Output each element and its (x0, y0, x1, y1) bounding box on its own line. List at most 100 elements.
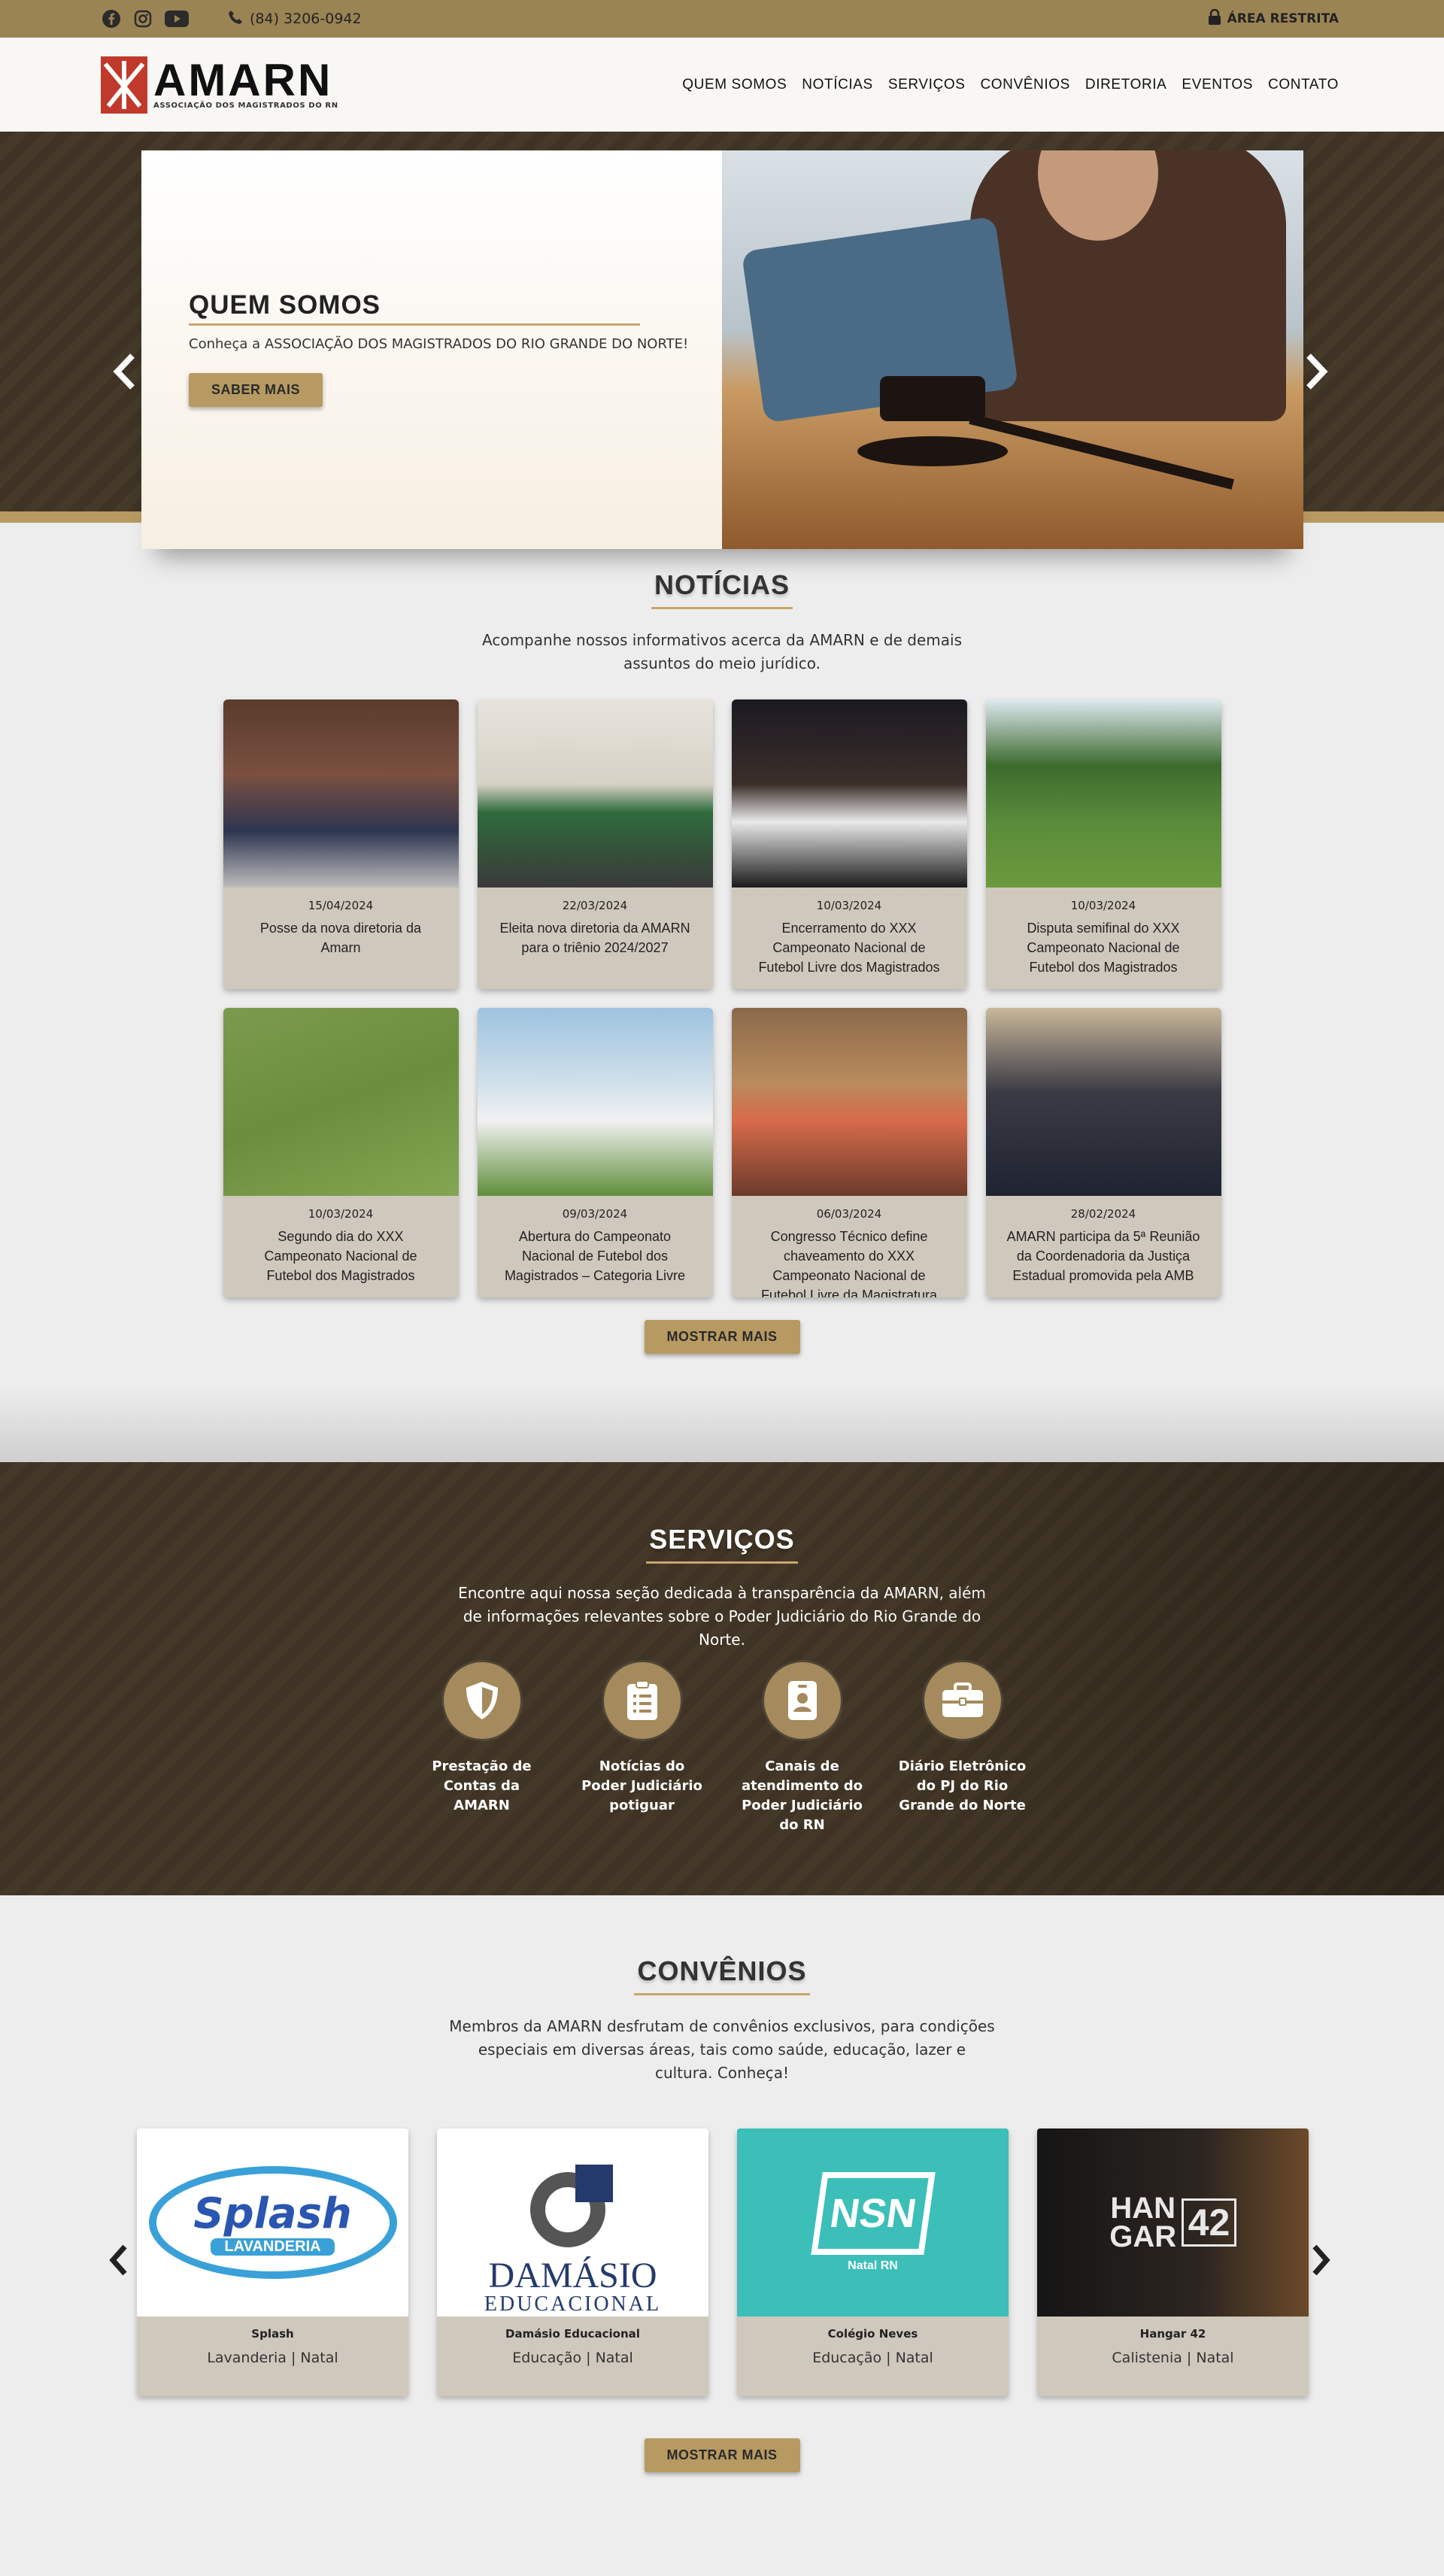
neves-logo-text: NSN (827, 2191, 919, 2236)
services-description: Encontre aqui nossa seção dedicada à tra… (458, 1584, 986, 1649)
news-title-text: Encerramento do XXX Campeonato Nacional … (758, 921, 940, 975)
agreement-card[interactable]: HAN GAR 42 Hangar 42 Calistenia | Natal (1037, 2128, 1309, 2396)
agreements-more-button[interactable]: MOSTRAR MAIS (644, 2438, 800, 2472)
site-header: AMARN ASSOCIAÇÃO DOS MAGISTRADOS DO RN Q… (0, 38, 1444, 132)
service-label: Prestação de Contas da AMARN (432, 1758, 532, 1813)
instagram-icon[interactable] (132, 8, 153, 29)
agreement-card[interactable]: DAMÁSIO EDUCACIONAL Damásio Educacional … (437, 2128, 708, 2396)
shield-icon (443, 1662, 520, 1739)
news-photo (477, 1008, 713, 1196)
hangar-logo-text: HAN GAR (1109, 2192, 1177, 2253)
agreement-name: Hangar 42 (1139, 2327, 1206, 2341)
news-card[interactable]: 09/03/2024 Abertura do Campeonato Nacion… (477, 1008, 713, 1297)
restricted-area-label: ÁREA RESTRITA (1227, 11, 1339, 26)
neves-logo: NSN Natal RN (737, 2128, 1009, 2317)
news-date: 09/03/2024 (562, 1207, 628, 1221)
agreement-card[interactable]: NSN Natal RN Colégio Neves Educação | Na… (737, 2128, 1009, 2396)
service-item[interactable]: Diário Eletrônico do PJ do Rio Grande do… (897, 1662, 1027, 1835)
news-date: 10/03/2024 (308, 1207, 374, 1221)
nav-servicos[interactable]: SERVIÇOS (888, 77, 966, 93)
nav-convenios[interactable]: CONVÊNIOS (980, 77, 1069, 93)
chevron-right-icon[interactable] (1304, 350, 1330, 401)
chevron-left-icon[interactable] (111, 350, 137, 401)
splash-logo: Splash LAVANDERIA (137, 2128, 408, 2317)
news-grid: 15/04/2024 Posse da nova diretoria da Am… (0, 699, 1444, 1297)
service-label: Diário Eletrônico do PJ do Rio Grande do… (898, 1758, 1027, 1813)
news-title-text: Eleita nova diretoria da AMARN para o tr… (499, 921, 690, 955)
top-bar: (84) 3206-0942 ÁREA RESTRITA (0, 0, 1444, 38)
hero-photo (722, 150, 1303, 549)
news-photo (731, 699, 967, 887)
news-title-text: Disputa semifinal do XXX Campeonato Naci… (1027, 921, 1180, 975)
agreement-category: Lavanderia | Natal (207, 2350, 338, 2366)
news-card[interactable]: 15/04/2024 Posse da nova diretoria da Am… (223, 699, 459, 989)
news-photo (731, 1008, 967, 1196)
nav-noticias[interactable]: NOTÍCIAS (802, 77, 873, 93)
damasio-logo-sub: EDUCACIONAL (484, 2292, 662, 2316)
youtube-icon[interactable] (164, 8, 190, 29)
news-more-button[interactable]: MOSTRAR MAIS (644, 1320, 800, 1354)
hangar-logo-num: 42 (1181, 2198, 1237, 2247)
brand-name: AMARN (153, 55, 333, 105)
news-title-text: Congresso Técnico define chaveamento do … (760, 1229, 938, 1297)
facebook-icon[interactable] (101, 8, 122, 29)
agreement-name: Splash (251, 2327, 294, 2341)
news-photo (477, 699, 713, 887)
service-item[interactable]: Canais de atendimento do Poder Judiciári… (737, 1662, 867, 1835)
news-date: 10/03/2024 (1070, 899, 1136, 912)
splash-logo-sub: LAVANDERIA (211, 2238, 335, 2256)
hero-title: QUEM SOMOS (189, 290, 640, 326)
news-photo (223, 699, 459, 887)
lock-icon (1208, 8, 1221, 29)
news-card[interactable]: 10/03/2024 Encerramento do XXX Campeonat… (731, 699, 967, 989)
service-item[interactable]: Notícias do Poder Judiciário potiguar (577, 1662, 707, 1835)
service-item[interactable]: Prestação de Contas da AMARN (417, 1662, 547, 1835)
news-card[interactable]: 10/03/2024 Segundo dia do XXX Campeonato… (223, 1008, 459, 1297)
news-title: NOTÍCIAS (651, 569, 793, 609)
news-card[interactable]: 28/02/2024 AMARN participa da 5ª Reunião… (985, 1008, 1221, 1297)
phone-icon (227, 9, 244, 29)
damasio-logo-text: DAMÁSIO (488, 2256, 657, 2295)
news-card[interactable]: 22/03/2024 Eleita nova diretoria da AMAR… (477, 699, 713, 989)
hero-slide: QUEM SOMOS Conheça a ASSOCIAÇÃO DOS MAGI… (141, 150, 1303, 549)
nav-quem-somos[interactable]: QUEM SOMOS (682, 77, 787, 93)
agreement-name: Colégio Neves (827, 2327, 918, 2341)
news-card[interactable]: 10/03/2024 Disputa semifinal do XXX Camp… (985, 699, 1221, 989)
nav-diretoria[interactable]: DIRETORIA (1085, 77, 1167, 93)
phone-contact[interactable]: (84) 3206-0942 (227, 9, 362, 29)
news-description: Acompanhe nossos informativos acerca da … (482, 631, 962, 672)
clipboard-icon (603, 1662, 681, 1739)
news-date: 15/04/2024 (308, 899, 374, 912)
news-title-text: Abertura do Campeonato Nacional de Futeb… (504, 1229, 686, 1283)
nav-eventos[interactable]: EVENTOS (1182, 77, 1253, 93)
chevron-right-icon[interactable] (1310, 2241, 1333, 2286)
site-logo[interactable]: AMARN ASSOCIAÇÃO DOS MAGISTRADOS DO RN (101, 56, 338, 114)
agreement-card[interactable]: Splash LAVANDERIA Splash Lavanderia | Na… (137, 2128, 408, 2396)
damasio-logo: DAMÁSIO EDUCACIONAL (437, 2128, 708, 2317)
news-photo (985, 699, 1221, 887)
restricted-area-link[interactable]: ÁREA RESTRITA (1208, 8, 1339, 29)
services-list: Prestação de Contas da AMARN Notícias do… (0, 1662, 1444, 1835)
news-date: 06/03/2024 (816, 1207, 882, 1221)
agreement-category: Calistenia | Natal (1112, 2350, 1234, 2366)
news-date: 28/02/2024 (1070, 1207, 1136, 1221)
agreements-list: Splash LAVANDERIA Splash Lavanderia | Na… (137, 2128, 1309, 2396)
splash-logo-text: Splash (193, 2189, 352, 2238)
id-badge-icon (763, 1662, 841, 1739)
saber-mais-button[interactable]: SABER MAIS (189, 373, 323, 407)
hero-carousel: QUEM SOMOS Conheça a ASSOCIAÇÃO DOS MAGI… (0, 132, 1444, 549)
brand-subtitle: ASSOCIAÇÃO DOS MAGISTRADOS DO RN (153, 102, 338, 110)
logo-emblem (101, 56, 147, 114)
news-card[interactable]: 06/03/2024 Congresso Técnico define chav… (731, 1008, 967, 1297)
news-photo (223, 1008, 459, 1196)
nav-contato[interactable]: CONTATO (1268, 77, 1339, 93)
news-title-text: AMARN participa da 5ª Reunião da Coorden… (1006, 1229, 1200, 1283)
neves-logo-sub: Natal RN (848, 2259, 898, 2272)
news-title-text: Segundo dia do XXX Campeonato Nacional d… (264, 1229, 417, 1283)
chevron-left-icon[interactable] (107, 2241, 129, 2286)
news-photo (985, 1008, 1221, 1196)
hero-text: Conheça a ASSOCIAÇÃO DOS MAGISTRADOS DO … (189, 336, 689, 352)
agreement-name: Damásio Educacional (505, 2327, 640, 2341)
news-title-text: Posse da nova diretoria da Amarn (259, 921, 422, 955)
section-fade (0, 1385, 1444, 1462)
